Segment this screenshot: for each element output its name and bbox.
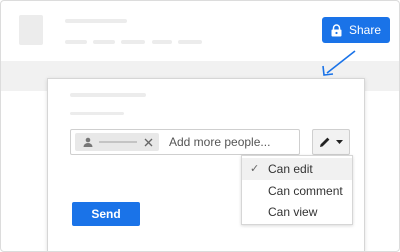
app-window: Share Add more people... ✓ Can edit Can … bbox=[0, 0, 400, 252]
menu-placeholder-1 bbox=[65, 40, 87, 44]
check-icon: ✓ bbox=[250, 163, 260, 175]
person-chip[interactable] bbox=[75, 133, 159, 151]
share-button[interactable]: Share bbox=[322, 17, 390, 43]
menu-placeholder-5 bbox=[178, 40, 202, 44]
add-people-input[interactable] bbox=[169, 135, 299, 149]
send-button[interactable]: Send bbox=[72, 202, 140, 226]
menu-item-label: Can edit bbox=[268, 162, 313, 176]
close-icon[interactable] bbox=[141, 135, 155, 149]
dialog-subtitle-placeholder bbox=[70, 112, 124, 115]
menu-item-label: Can view bbox=[268, 205, 318, 219]
menu-item-can-view[interactable]: Can view bbox=[242, 201, 352, 223]
menu-item-can-edit[interactable]: ✓ Can edit bbox=[242, 158, 352, 180]
permission-dropdown-button[interactable] bbox=[312, 129, 350, 155]
title-placeholder bbox=[65, 19, 127, 23]
people-field[interactable] bbox=[70, 129, 300, 155]
share-button-label: Share bbox=[348, 23, 382, 37]
share-dialog: ✓ Can edit Can comment Can view Send bbox=[47, 78, 365, 251]
menu-item-label: Can comment bbox=[268, 184, 343, 198]
document-icon bbox=[19, 15, 43, 45]
dialog-title-placeholder bbox=[70, 93, 146, 97]
menu-placeholder-3 bbox=[121, 40, 145, 44]
menu-item-can-comment[interactable]: Can comment bbox=[242, 180, 352, 202]
menu-placeholder-4 bbox=[152, 40, 172, 44]
person-icon bbox=[83, 137, 93, 147]
permission-menu: ✓ Can edit Can comment Can view bbox=[241, 155, 353, 225]
arrow-pointer-icon bbox=[322, 50, 356, 76]
lock-icon bbox=[331, 23, 342, 36]
menu-placeholder-2 bbox=[93, 40, 115, 44]
caret-down-icon bbox=[336, 140, 343, 144]
pencil-icon bbox=[320, 137, 330, 147]
chip-name-placeholder bbox=[99, 141, 137, 143]
